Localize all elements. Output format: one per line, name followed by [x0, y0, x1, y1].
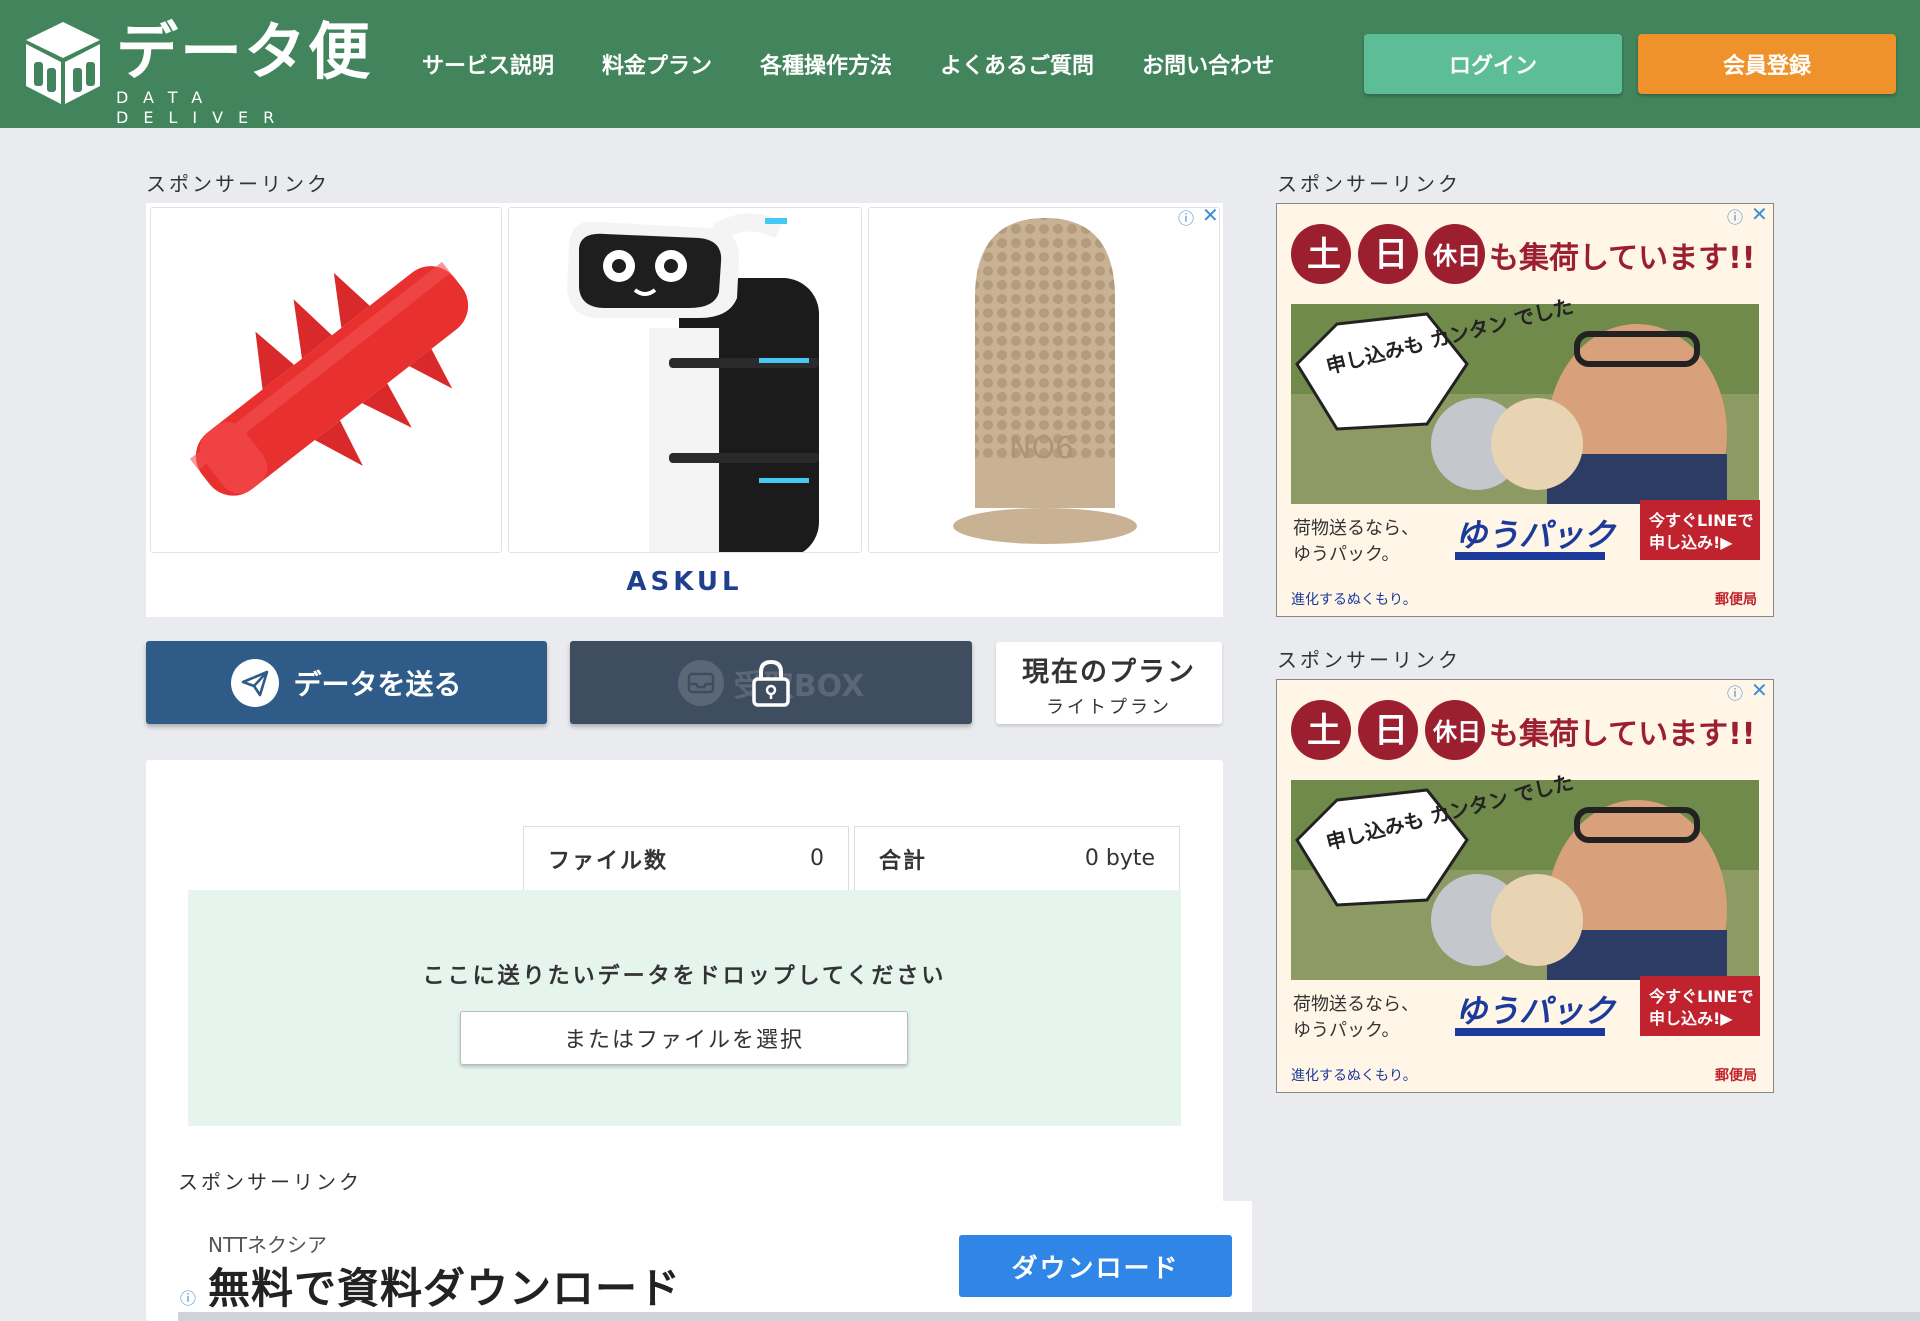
inbox-icon — [677, 659, 724, 706]
sponsor-label-bottom: スポンサーリンク — [178, 1170, 362, 1194]
page-bottom-edge — [178, 1312, 1920, 1321]
side-ad-2[interactable]: 土 日 休日 も集荷しています!! 申し込みも カンタン でした 荷物送るなら、… — [1276, 679, 1774, 1093]
file-count-stat: ファイル数 0 — [523, 826, 849, 890]
ad-yupack-logo: ゆうパック — [1455, 516, 1617, 554]
nav-contact[interactable]: お問い合わせ — [1142, 48, 1274, 80]
ad-day-holiday: 休日 — [1432, 718, 1481, 746]
sponsor-label: スポンサーリンク — [146, 172, 330, 196]
ad-footer-right: 郵便局 — [1715, 1067, 1757, 1084]
nav-pricing[interactable]: 料金プラン — [602, 48, 712, 80]
logo-title: データ便 — [116, 15, 373, 88]
ad-close-icon[interactable]: ✕ — [1751, 204, 1768, 226]
drop-message: ここに送りたいデータをドロップしてください — [422, 964, 947, 989]
ad-cta-line-1: 今すぐLINEで — [1648, 987, 1753, 1006]
ad-headline: も集荷しています!! — [1489, 241, 1755, 276]
ad-headline: も集荷しています!! — [1489, 717, 1755, 752]
adchoices-info-icon[interactable]: ⓘ — [180, 1285, 196, 1309]
ad-day-holiday: 休日 — [1432, 242, 1481, 270]
ad-copy-2: ゆうパック。 — [1293, 544, 1400, 565]
adchoices-info-icon[interactable]: ⓘ — [1727, 680, 1743, 704]
ad-advertiser-name: NTTネクシア — [208, 1233, 328, 1257]
adchoices-info-icon[interactable]: ⓘ — [1727, 204, 1743, 228]
ad-download-button[interactable]: ダウンロード — [959, 1235, 1232, 1297]
send-data-button[interactable]: データを送る — [146, 641, 547, 724]
serving-robot-image — [567, 213, 819, 552]
ad-cta-line-1: 今すぐLINEで — [1648, 511, 1753, 530]
ad-close-icon[interactable]: ✕ — [1751, 680, 1768, 702]
total-size-label: 合計 — [879, 848, 928, 874]
nav-faq[interactable]: よくあるご質問 — [940, 48, 1094, 80]
ad-day-sat: 土 — [1307, 235, 1341, 275]
ad-product-text: NO6 — [1009, 431, 1074, 466]
wall-anchor-image — [189, 261, 469, 496]
nav-service[interactable]: サービス説明 — [422, 48, 554, 80]
file-drop-zone[interactable]: ここに送りたいデータをドロップしてください またはファイルを選択 — [188, 890, 1181, 1126]
yupack-ad-image: 土 日 休日 も集荷しています!! 申し込みも カンタン でした 荷物送るなら、… — [1277, 224, 1773, 616]
ad-brand-askul[interactable]: ASKUL — [146, 567, 1223, 597]
product-ad[interactable]: NO6 ASKUL ⓘ ✕ — [146, 203, 1223, 617]
lock-icon — [749, 659, 793, 715]
ad-product-fingercot[interactable]: NO6 — [868, 207, 1220, 553]
ad-copy-1: 荷物送るなら、 — [1293, 994, 1419, 1015]
file-count-label: ファイル数 — [548, 848, 669, 874]
total-size-stat: 合計 0 byte — [854, 826, 1180, 890]
current-plan-card: 現在のプラン ライトプラン — [996, 642, 1222, 724]
site-header: データ便 DATA DELIVER サービス説明 料金プラン 各種操作方法 よく… — [0, 0, 1920, 128]
paper-plane-icon — [231, 658, 280, 707]
ad-title: 無料で資料ダウンロード — [208, 1264, 682, 1313]
select-file-button[interactable]: またはファイルを選択 — [460, 1011, 908, 1065]
file-count-value: 0 — [810, 846, 824, 871]
ad-day-sat: 土 — [1307, 711, 1341, 751]
bottom-ad[interactable]: NTTネクシア 無料で資料ダウンロード ダウンロード ⓘ — [178, 1201, 1252, 1321]
ad-footer-right: 郵便局 — [1715, 591, 1757, 608]
login-button[interactable]: ログイン — [1364, 34, 1622, 94]
site-logo[interactable]: データ便 DATA DELIVER — [22, 15, 382, 127]
sponsor-label-side-2: スポンサーリンク — [1277, 648, 1461, 672]
ad-yupack-logo: ゆうパック — [1455, 992, 1617, 1030]
current-plan-title: 現在のプラン — [1022, 657, 1196, 688]
ad-footer-left: 進化するぬくもり。 — [1291, 1068, 1417, 1084]
ad-cta-line-2: 申し込み!▶ — [1649, 533, 1733, 552]
nav-howto[interactable]: 各種操作方法 — [760, 48, 892, 80]
ad-footer-left: 進化するぬくもり。 — [1291, 592, 1417, 608]
ad-day-sun: 日 — [1374, 235, 1408, 275]
ad-product-robot[interactable] — [508, 207, 862, 553]
current-plan-name: ライトプラン — [1046, 697, 1172, 718]
side-ad-1[interactable]: 土 日 休日 も集荷しています!! 申し込みも カンタン でした 荷物送るなら、… — [1276, 203, 1774, 617]
ad-close-icon[interactable]: ✕ — [1202, 203, 1219, 227]
main-nav: サービス説明 料金プラン 各種操作方法 よくあるご質問 お問い合わせ — [400, 0, 1322, 128]
logo-subtitle: DATA DELIVER — [116, 88, 290, 127]
finger-cot-image: NO6 — [953, 218, 1137, 544]
register-button[interactable]: 会員登録 — [1638, 34, 1896, 94]
ad-cta-line-2: 申し込み!▶ — [1649, 1009, 1733, 1028]
ad-copy-1: 荷物送るなら、 — [1293, 518, 1419, 539]
total-size-value: 0 byte — [1084, 846, 1155, 871]
receive-box-button[interactable]: 受取BOX — [570, 641, 972, 724]
send-data-label: データを送る — [293, 667, 462, 701]
ad-day-sun: 日 — [1374, 711, 1408, 751]
cube-logo-icon — [26, 22, 100, 104]
yupack-ad-image: 土 日 休日 も集荷しています!! 申し込みも カンタン でした 荷物送るなら、… — [1277, 700, 1773, 1092]
adchoices-info-icon[interactable]: ⓘ — [1178, 205, 1194, 229]
ad-copy-2: ゆうパック。 — [1293, 1020, 1400, 1041]
ad-product-anchor[interactable] — [150, 207, 502, 553]
sponsor-label-side-1: スポンサーリンク — [1277, 172, 1461, 196]
